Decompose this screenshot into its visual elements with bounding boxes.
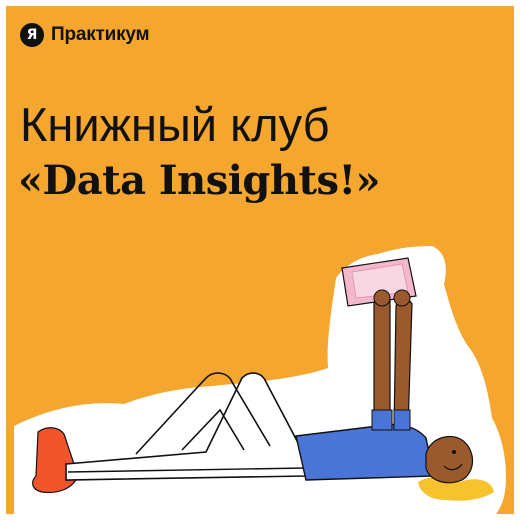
sleeve-right-shape (393, 409, 411, 431)
head-icon (425, 435, 474, 484)
shirt-shape (295, 423, 435, 481)
sleeve-left-shape (371, 409, 393, 431)
hand-right-icon (393, 289, 411, 307)
promo-card: Я Практикум Книжный клуб «Data Insights!… (6, 6, 514, 514)
reading-person-illustration (14, 246, 506, 514)
eye-icon (452, 450, 456, 454)
hand-left-icon (373, 289, 391, 307)
